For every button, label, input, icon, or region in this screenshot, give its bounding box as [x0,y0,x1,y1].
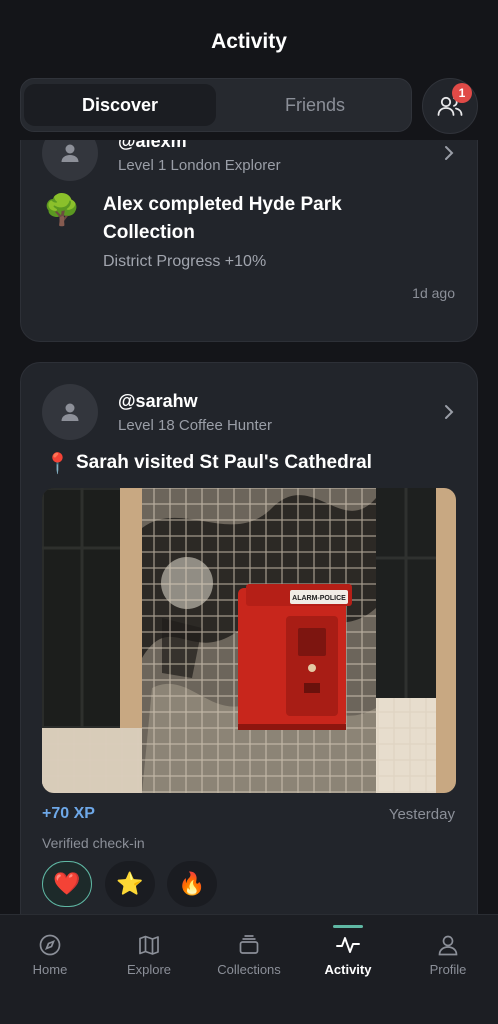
timestamp: 1d ago [412,285,455,301]
activity-title: Sarah visited St Paul's Cathedral [76,452,372,473]
tab-collections-label: Collections [217,962,281,977]
reaction-fire-button[interactable]: 🔥 [167,861,217,907]
activity-feed: @alexm Level 1 London Explorer 🌳 Alex co… [0,140,498,914]
activity-card[interactable]: @sarahw Level 18 Coffee Hunter 📍 Sarah v… [20,362,478,914]
chevron-right-icon[interactable] [443,145,455,161]
avatar[interactable] [42,140,98,181]
profile-icon [438,935,458,956]
tab-activity-label: Activity [324,962,372,977]
map-icon [139,935,159,955]
tab-profile[interactable]: Profile [398,915,498,995]
user-icon [61,144,79,162]
chevron-right-icon[interactable] [443,404,455,420]
timestamp: Yesterday [388,806,455,823]
tab-activity[interactable]: Activity [298,915,398,995]
user-icon [61,403,79,421]
tab-explore[interactable]: Explore [99,915,199,995]
tab-home[interactable]: Home [0,915,100,995]
tab-explore-label: Explore [126,962,172,977]
username[interactable]: @alexm [118,140,187,152]
activity-subtitle: District Progress +10% [103,253,267,270]
tab-discover[interactable]: Discover [24,84,216,126]
collections-icon [239,935,259,954]
activity-title: Alex completed Hyde Park Collection [103,194,342,243]
pin-icon: 📍 [45,453,70,475]
friends-button[interactable]: 1 [422,78,478,134]
activity-icon [336,937,360,953]
tree-icon: 🌳 [43,194,81,227]
bottom-tab-bar: Home Explore Collections Activity Profil… [0,914,498,1024]
user-level: Level 1 London Explorer [118,157,281,174]
tab-profile-label: Profile [429,962,467,977]
verified-label: Verified check-in [42,835,145,851]
photo-illustration: ALARM-POLICE [42,488,456,793]
checkin-photo[interactable]: ALARM-POLICE [42,488,456,793]
notification-badge: 1 [452,83,472,103]
tab-collections[interactable]: Collections [199,915,299,995]
tab-home-label: Home [32,962,68,977]
tab-friends[interactable]: Friends [219,84,411,126]
avatar[interactable] [42,384,98,440]
reaction-heart-button[interactable]: ❤️ [42,861,92,907]
page-title: Activity [211,30,287,53]
user-level: Level 18 Coffee Hunter [118,417,272,434]
feed-segmented-control: Discover Friends [20,78,412,132]
reaction-star-button[interactable]: ⭐ [105,861,155,907]
xp-earned: +70 XP [42,805,95,822]
alarm-box-label: ALARM-POLICE [292,595,346,602]
compass-icon [39,934,61,956]
activity-card[interactable]: @alexm Level 1 London Explorer 🌳 Alex co… [20,140,478,342]
username[interactable]: @sarahw [118,391,198,412]
